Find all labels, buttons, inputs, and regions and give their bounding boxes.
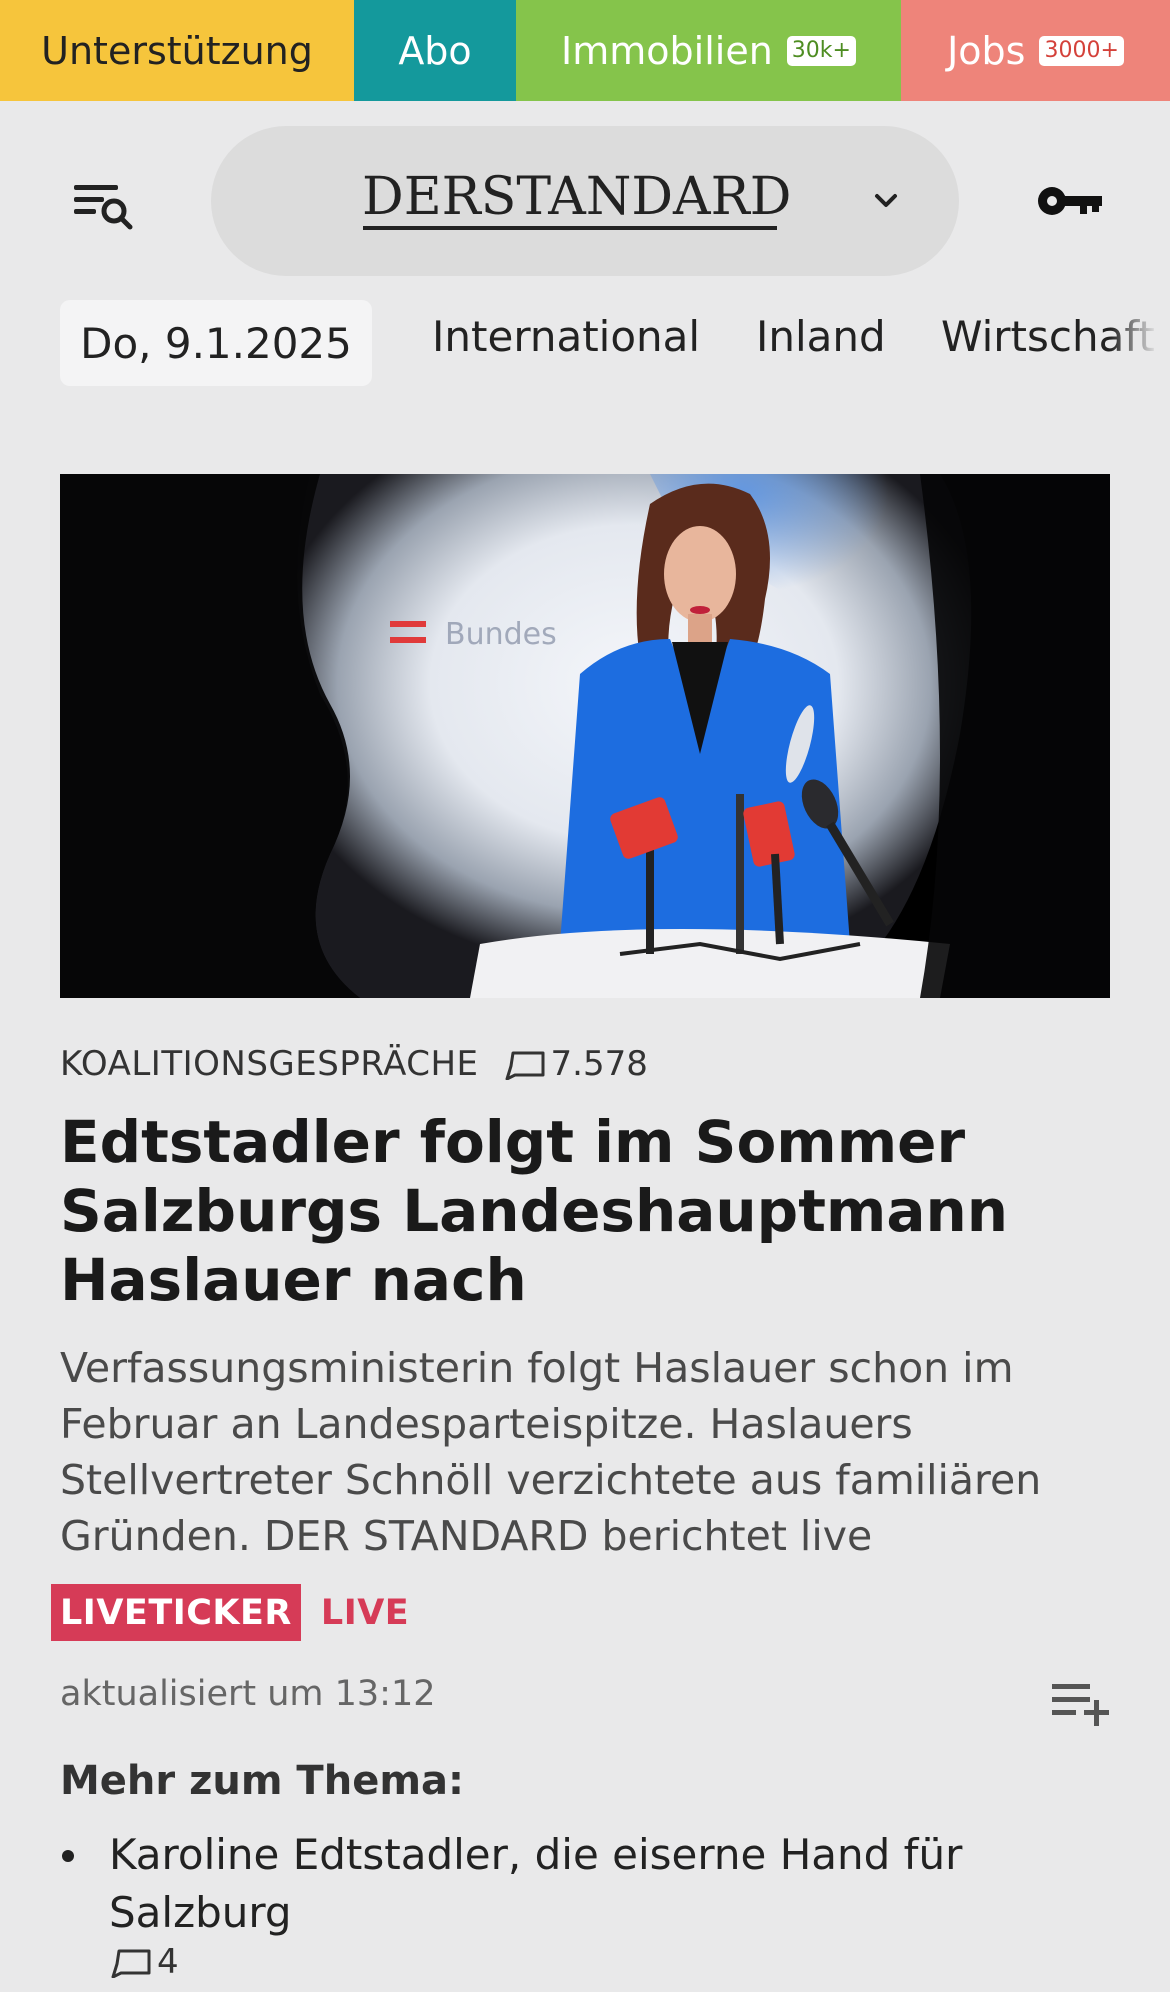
live-indicator: LIVETICKER LIVE xyxy=(51,1584,409,1641)
nav-fade xyxy=(1110,300,1170,386)
comment-count-value: 4 xyxy=(157,1942,179,1982)
tab-label: Abo xyxy=(398,28,472,73)
tab-label: Immobilien xyxy=(561,28,773,73)
comment-count[interactable]: 7.578 xyxy=(503,1044,648,1084)
tab-abo[interactable]: Abo xyxy=(354,0,516,101)
brand-logo[interactable]: DERSTANDARD xyxy=(362,167,791,227)
hero-photo: Bundes xyxy=(60,474,1110,998)
comment-count-value: 7.578 xyxy=(550,1044,648,1084)
liveticker-badge: LIVETICKER xyxy=(51,1584,301,1641)
menu-search-button[interactable] xyxy=(70,175,140,235)
chevron-down-icon xyxy=(875,194,897,207)
key-icon xyxy=(1038,187,1102,215)
article-kicker[interactable]: KOALITIONSGESPRÄCHE xyxy=(60,1044,479,1084)
related-comment-count[interactable]: 4 xyxy=(109,1942,1110,1982)
nav-international[interactable]: International xyxy=(432,312,700,361)
menu-search-icon xyxy=(74,185,133,230)
tab-label: Jobs xyxy=(947,28,1026,73)
live-label: LIVE xyxy=(320,1592,410,1633)
related-heading: Mehr zum Thema: xyxy=(60,1758,464,1804)
date-display[interactable]: Do, 9.1.2025 xyxy=(60,300,372,386)
related-article-link[interactable]: Karoline Edtstadler, die eiserne Hand fü… xyxy=(109,1826,1110,1942)
comment-icon xyxy=(111,1949,151,1978)
count-badge: 30k+ xyxy=(786,35,856,66)
playlist-add-icon xyxy=(1052,1684,1109,1726)
updated-timestamp: aktualisiert um 13:12 xyxy=(60,1674,436,1714)
article-headline[interactable]: Edtstadler folgt im Sommer Salzburgs Lan… xyxy=(60,1108,1100,1315)
article-lead[interactable]: Verfassungsministerin folgt Haslauer sch… xyxy=(60,1340,1110,1564)
comment-icon xyxy=(505,1051,545,1080)
related-list: Karoline Edtstadler, die eiserne Hand fü… xyxy=(60,1826,1110,1982)
tab-label: Unterstützung xyxy=(41,28,313,73)
tab-immobilien[interactable]: Immobilien 30k+ xyxy=(516,0,901,101)
login-button[interactable] xyxy=(1036,180,1106,222)
background-sign-text: Bundes xyxy=(445,617,557,652)
nav-inland[interactable]: Inland xyxy=(756,312,886,361)
article-image[interactable]: Bundes xyxy=(60,474,1110,998)
add-to-list-button[interactable] xyxy=(1050,1678,1112,1726)
count-badge: 3000+ xyxy=(1039,35,1124,66)
top-tab-bar: Unterstützung Abo Immobilien 30k+ Jobs 3… xyxy=(0,0,1170,101)
tab-unterstuetzung[interactable]: Unterstützung xyxy=(0,0,354,101)
bullet xyxy=(62,1850,74,1862)
brand-underline xyxy=(363,226,777,230)
edition-dropdown[interactable] xyxy=(868,186,904,216)
article-meta: KOALITIONSGESPRÄCHE 7.578 xyxy=(60,1044,648,1084)
list-item: Karoline Edtstadler, die eiserne Hand fü… xyxy=(60,1826,1110,1982)
tab-jobs[interactable]: Jobs 3000+ xyxy=(901,0,1170,101)
